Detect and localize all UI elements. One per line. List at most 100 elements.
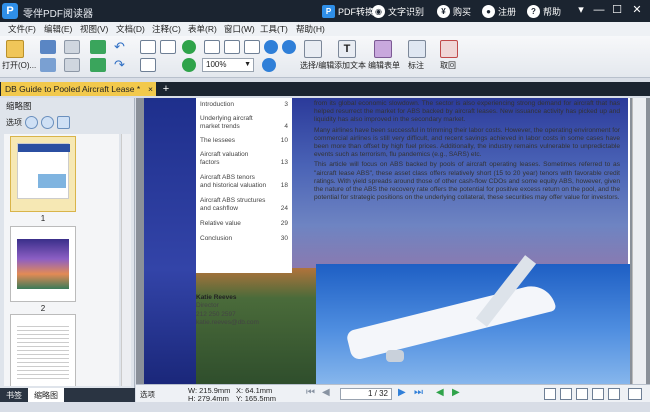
menu-tools[interactable]: 工具(T) — [260, 23, 296, 35]
document-page: Introduction 3 Underlying aircraft market… — [144, 98, 630, 384]
menu-document[interactable]: 文档(D) — [116, 23, 152, 35]
forward-icon[interactable]: ▶ — [452, 387, 460, 398]
contact-email[interactable]: katie.reeves@db.com — [196, 319, 308, 327]
contact-phone: 212 250 2597 — [196, 310, 236, 318]
thumb-rotate-icon[interactable] — [57, 115, 70, 129]
thumb-zoom-out-icon[interactable] — [41, 115, 54, 129]
options-dropdown[interactable]: 选项 — [6, 117, 22, 128]
menu-edit[interactable]: 编辑(E) — [44, 23, 80, 35]
toc-entry[interactable]: Relative value 29 — [200, 220, 288, 228]
thumb-zoom-in-icon[interactable] — [25, 115, 38, 129]
rotate-right-icon[interactable] — [182, 58, 196, 72]
previous-page-icon[interactable]: ◀ — [322, 387, 330, 398]
toc-entry[interactable]: Aircraft ABS structures — [200, 197, 288, 205]
contact-block: Katie Reeves Director 212 250 2597 katie… — [196, 294, 308, 328]
close-icon[interactable]: ✕ — [630, 3, 644, 17]
new-tab-button[interactable]: + — [160, 83, 172, 95]
thumbnail-page-3[interactable] — [10, 314, 76, 386]
redo-icon[interactable]: ↷ — [114, 58, 130, 72]
ocr-link[interactable]: ◉ 文字识别 — [372, 4, 424, 18]
pdf-convert-link[interactable]: P PDF转换 — [322, 4, 374, 18]
hand-tool-icon[interactable] — [140, 40, 156, 54]
edit-form-icon[interactable] — [374, 40, 392, 58]
open-folder-icon[interactable] — [6, 40, 24, 58]
buy-link[interactable]: ¥ 购买 — [437, 4, 471, 18]
register-link[interactable]: ● 注册 — [482, 4, 516, 18]
thumbnail-scrollbar[interactable] — [121, 134, 131, 386]
rotate-left-icon[interactable] — [182, 40, 196, 54]
toc-entry[interactable]: and historical valuation 18 — [200, 182, 288, 190]
open-button-label[interactable]: 打开(O)... — [2, 60, 36, 71]
retrieve-icon[interactable] — [440, 40, 458, 58]
facing-icon[interactable] — [576, 388, 588, 400]
properties-icon[interactable] — [64, 40, 80, 54]
document-tab[interactable]: DB Guide to Pooled Aircraft Lease * × — [1, 82, 156, 96]
select-text-icon[interactable] — [160, 40, 176, 54]
add-text-icon[interactable]: T — [338, 40, 356, 58]
snapshot-icon[interactable] — [140, 58, 156, 72]
toc-entry[interactable]: Aircraft valuation — [200, 151, 288, 159]
select-edit-icon[interactable] — [304, 40, 322, 58]
status-options[interactable]: 选项 — [140, 389, 155, 400]
import-icon[interactable] — [90, 40, 106, 54]
toc-entry[interactable]: Introduction 3 — [200, 101, 288, 109]
next-page-icon[interactable]: ▶ — [398, 387, 406, 398]
menu-view[interactable]: 视图(V) — [80, 23, 116, 35]
menu-window[interactable]: 窗口(W) — [224, 23, 260, 35]
thumbnail-page-2[interactable] — [10, 226, 76, 302]
actual-size-icon[interactable] — [244, 40, 260, 54]
annotate-icon[interactable] — [408, 40, 426, 58]
document-viewer: Introduction 3 Underlying aircraft market… — [136, 98, 650, 384]
continuous-icon[interactable] — [560, 388, 572, 400]
skin-icon[interactable]: ▾ — [574, 3, 588, 17]
fit-width-icon[interactable] — [224, 40, 240, 54]
toc-entry[interactable]: Conclusion 30 — [200, 235, 288, 243]
add-text-label[interactable]: 添加文本 — [334, 60, 366, 71]
minimize-icon[interactable]: — — [592, 3, 606, 17]
fullscreen-icon[interactable] — [608, 388, 620, 400]
continuous-facing-icon[interactable] — [592, 388, 604, 400]
zoom-select[interactable]: 100% ▼ — [202, 58, 254, 72]
print-icon[interactable] — [40, 58, 56, 72]
thumbnail-page-1[interactable] — [10, 136, 76, 212]
panel-title: 缩略图 — [6, 101, 32, 111]
menu-file[interactable]: 文件(F) — [8, 23, 44, 35]
window-icon[interactable] — [628, 388, 642, 400]
annotate-label[interactable]: 标注 — [408, 60, 424, 71]
tab-thumbnails[interactable]: 缩略图 — [28, 388, 64, 402]
toc-entry[interactable]: Underlying aircraft — [200, 115, 288, 123]
fit-page-icon[interactable] — [204, 40, 220, 54]
page-number-input[interactable]: 1 / 32 — [340, 388, 392, 400]
zoom-in-icon[interactable] — [264, 40, 278, 54]
help-link[interactable]: ? 帮助 — [527, 4, 561, 18]
toc-entry[interactable]: and cashflow 24 — [200, 205, 288, 213]
toc-entry[interactable]: The lessees 10 — [200, 137, 288, 145]
tab-close-icon[interactable]: × — [148, 82, 153, 96]
toc-entry[interactable]: Aircraft ABS tenors — [200, 174, 288, 182]
menu-help[interactable]: 帮助(H) — [296, 23, 332, 35]
tab-bookmarks[interactable]: 书签 — [0, 388, 28, 402]
cart-icon: ¥ — [437, 4, 450, 18]
export-icon[interactable] — [90, 58, 106, 72]
viewer-scrollbar[interactable] — [632, 98, 646, 384]
pdf-convert-icon: P — [322, 4, 335, 18]
toc-entry[interactable]: factors 13 — [200, 159, 288, 167]
thumbnail-number-2: 2 — [40, 304, 46, 313]
back-icon[interactable]: ◀ — [436, 387, 444, 398]
last-page-icon[interactable]: ⏭ — [414, 387, 423, 398]
save-icon[interactable] — [40, 40, 56, 54]
select-edit-label[interactable]: 选择/编辑 — [300, 60, 334, 71]
menu-form[interactable]: 表单(R) — [188, 23, 224, 35]
retrieve-label[interactable]: 取回 — [440, 60, 456, 71]
undo-icon[interactable]: ↶ — [114, 40, 130, 54]
zoom-out-icon[interactable] — [282, 40, 296, 54]
edit-form-label[interactable]: 编辑表单 — [368, 60, 400, 71]
single-page-icon[interactable] — [544, 388, 556, 400]
thumbnail-list: 1 2 3 — [4, 134, 119, 386]
zoom-tool-icon[interactable] — [262, 58, 276, 72]
toc-entry[interactable]: market trends 4 — [200, 123, 288, 131]
email-icon[interactable] — [64, 58, 80, 72]
first-page-icon[interactable]: ⏮ — [306, 387, 315, 398]
maximize-icon[interactable]: ☐ — [610, 3, 624, 17]
menu-comment[interactable]: 注释(C) — [152, 23, 188, 35]
